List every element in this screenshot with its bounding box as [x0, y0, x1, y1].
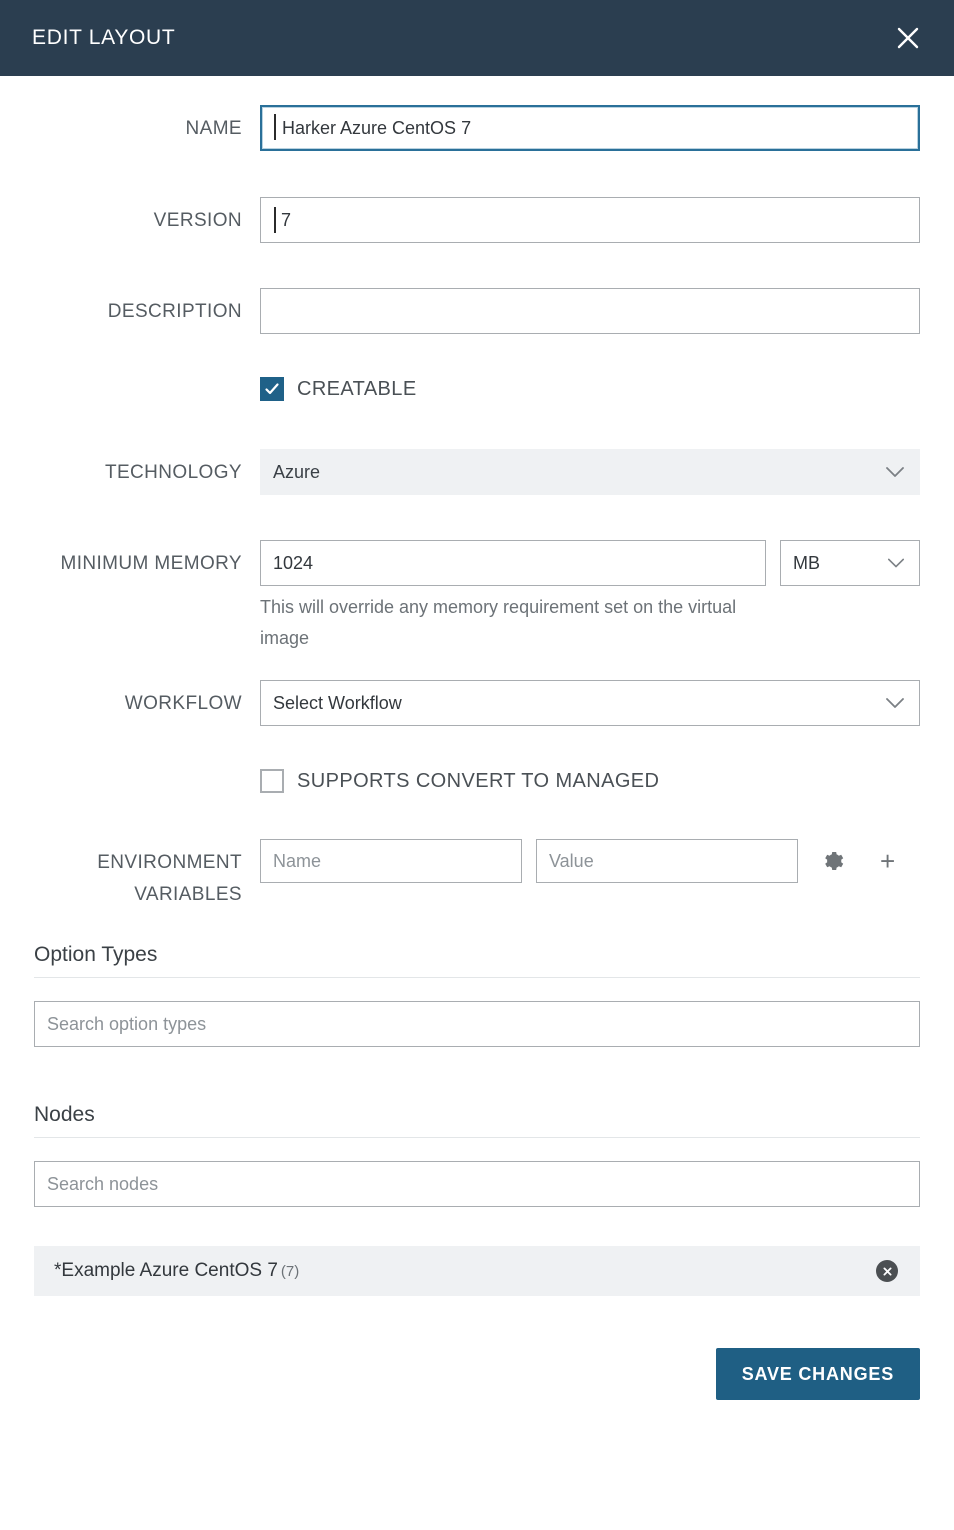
close-icon[interactable] — [888, 18, 928, 58]
option-types-search-input[interactable] — [34, 1001, 920, 1047]
modal-title: EDIT LAYOUT — [32, 26, 175, 50]
minimum-memory-input[interactable] — [260, 540, 766, 586]
nodes-divider — [34, 1137, 920, 1138]
nodes-section: Nodes *Example Azure CentOS 7(7) — [34, 1103, 920, 1296]
memory-unit-value: MB — [793, 553, 820, 574]
chevron-down-icon — [887, 558, 905, 569]
env-var-name-input[interactable] — [260, 839, 522, 883]
text-cursor — [274, 114, 276, 140]
field-row-version: VERSION — [34, 197, 920, 243]
field-row-description: DESCRIPTION — [34, 288, 920, 334]
memory-unit-select[interactable]: MB — [780, 540, 920, 586]
creatable-checkbox[interactable] — [260, 377, 284, 401]
save-changes-button[interactable]: SAVE CHANGES — [716, 1348, 920, 1400]
minimum-memory-label: MINIMUM MEMORY — [34, 540, 260, 576]
field-row-name: NAME — [34, 105, 920, 151]
workflow-select[interactable]: Select Workflow — [260, 680, 920, 726]
node-item-label: *Example Azure CentOS 7(7) — [54, 1260, 299, 1282]
nodes-search-input[interactable] — [34, 1161, 920, 1207]
node-item-count: (7) — [281, 1263, 299, 1280]
modal-body: NAME VERSION DESCRIPTION — [0, 105, 954, 1296]
gear-icon[interactable] — [820, 848, 846, 874]
field-row-minimum-memory: MINIMUM MEMORY MB Thi — [34, 540, 920, 654]
version-label: VERSION — [34, 197, 260, 233]
chevron-down-icon — [885, 466, 905, 478]
env-var-value-input[interactable] — [536, 839, 798, 883]
name-input[interactable] — [260, 105, 920, 151]
remove-node-icon[interactable] — [876, 1260, 898, 1282]
creatable-checkbox-row[interactable]: CREATABLE — [260, 377, 920, 401]
add-environment-variable-button[interactable]: + — [880, 848, 895, 874]
description-input[interactable] — [260, 288, 920, 334]
option-types-divider — [34, 977, 920, 978]
supports-convert-checkbox-row[interactable]: SUPPORTS CONVERT TO MANAGED — [260, 769, 920, 793]
option-types-section: Option Types — [34, 943, 920, 1047]
technology-label: TECHNOLOGY — [34, 449, 260, 485]
version-input[interactable] — [260, 197, 920, 243]
supports-convert-checkbox[interactable] — [260, 769, 284, 793]
supports-convert-label: SUPPORTS CONVERT TO MANAGED — [297, 770, 659, 793]
modal-header: EDIT LAYOUT — [0, 0, 954, 76]
node-item-name: *Example Azure CentOS 7 — [54, 1260, 278, 1281]
creatable-label: CREATABLE — [297, 378, 417, 401]
field-row-environment-variables: ENVIRONMENT VARIABLES + — [34, 839, 920, 911]
description-label: DESCRIPTION — [34, 288, 260, 324]
field-row-workflow: WORKFLOW Select Workflow — [34, 680, 920, 726]
version-input-wrap — [260, 197, 920, 243]
field-row-supports-convert: SUPPORTS CONVERT TO MANAGED — [34, 769, 920, 793]
modal-footer: SAVE CHANGES — [0, 1348, 954, 1400]
workflow-label: WORKFLOW — [34, 680, 260, 716]
text-cursor — [274, 207, 276, 233]
node-list-item: *Example Azure CentOS 7(7) — [34, 1246, 920, 1296]
name-input-wrap — [260, 105, 920, 151]
option-types-heading: Option Types — [34, 943, 920, 977]
name-label: NAME — [34, 105, 260, 141]
field-row-creatable: CREATABLE — [34, 377, 920, 401]
technology-value: Azure — [273, 462, 320, 483]
technology-select[interactable]: Azure — [260, 449, 920, 495]
minimum-memory-help: This will override any memory requiremen… — [260, 592, 780, 654]
description-input-wrap — [260, 288, 920, 334]
chevron-down-icon — [885, 697, 905, 709]
field-row-technology: TECHNOLOGY Azure — [34, 449, 920, 495]
workflow-value: Select Workflow — [273, 693, 402, 714]
nodes-heading: Nodes — [34, 1103, 920, 1137]
environment-variables-label: ENVIRONMENT VARIABLES — [34, 839, 260, 911]
